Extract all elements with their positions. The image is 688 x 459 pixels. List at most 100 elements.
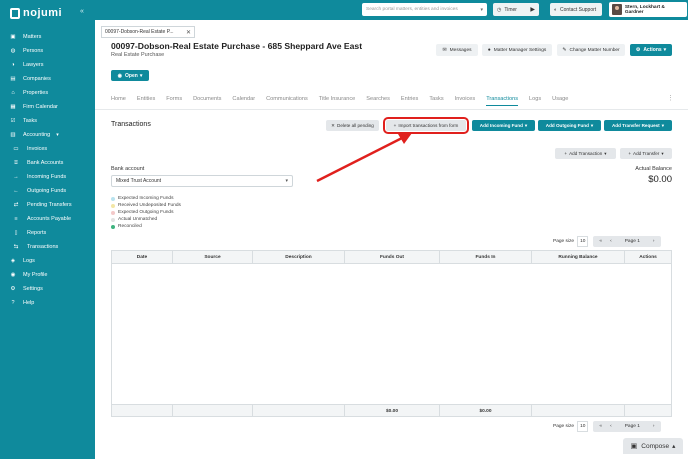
change-matter-number-button[interactable]: ✎ Change Matter Number bbox=[557, 44, 625, 56]
add-transfer-request-button[interactable]: Add Transfer Request ▾ bbox=[604, 120, 672, 131]
close-icon[interactable]: ✕ bbox=[186, 29, 191, 36]
sidebar-item-incoming-funds[interactable]: → Incoming Funds bbox=[0, 170, 95, 184]
clock-icon: ◷ bbox=[497, 6, 502, 13]
sidebar-item-transactions[interactable]: ⇆ Transactions bbox=[0, 240, 95, 254]
bank-account-select[interactable]: Mixed Trust Account ▾ bbox=[111, 175, 293, 187]
logs-icon: ◈ bbox=[10, 258, 16, 264]
sidebar-item-persons[interactable]: ◍ Persons bbox=[0, 44, 95, 58]
contact-support-button[interactable]: ◐ Contact Support bbox=[550, 3, 602, 16]
column-header-description[interactable]: Description bbox=[253, 251, 345, 264]
tab-entities[interactable]: Entities bbox=[137, 92, 155, 106]
first-page-icon[interactable]: « bbox=[595, 239, 606, 244]
delete-all-pending-button[interactable]: ✕ Delete all pending bbox=[326, 120, 379, 131]
add-transaction-button[interactable]: + Add Transaction ▾ bbox=[555, 148, 616, 159]
tab-searches[interactable]: Searches bbox=[366, 92, 390, 106]
transactions-table: Date Source Description Funds Out Funds In Ru… bbox=[111, 250, 672, 417]
sidebar-item-help[interactable]: ? Help bbox=[0, 296, 95, 310]
support-label: Contact Support bbox=[560, 6, 597, 13]
column-header-date[interactable]: Date bbox=[112, 251, 173, 264]
total-funds-in: $0.00 bbox=[440, 405, 532, 417]
status-label: Open bbox=[125, 72, 138, 79]
add-outgoing-fund-button[interactable]: Add Outgoing Fund ▾ bbox=[538, 120, 601, 131]
briefcase-icon: ▣ bbox=[10, 34, 16, 40]
global-search-input[interactable]: Search portal matters, entities and invo… bbox=[362, 3, 487, 16]
sidebar-item-matters[interactable]: ▣ Matters bbox=[0, 30, 95, 44]
add-transfer-button[interactable]: + Add Transfer ▾ bbox=[620, 148, 672, 159]
page-size-input[interactable]: 10 bbox=[577, 421, 589, 432]
sidebar: nojumi « ▣ Matters ◍ Persons ◑ Lawyers ▤ Compan… bbox=[0, 0, 95, 459]
sidebar-item-outgoing-funds[interactable]: ← Outgoing Funds bbox=[0, 184, 95, 198]
timer-button[interactable]: ◷ Timer ▶ bbox=[493, 3, 539, 16]
sidebar-item-label: Matters bbox=[23, 34, 42, 40]
sidebar-item-accounting[interactable]: ▥ Accounting ▾ bbox=[0, 128, 95, 142]
footer-cell bbox=[532, 405, 625, 417]
matter-manager-settings-button[interactable]: ● Matter Manager Settings bbox=[482, 44, 552, 56]
transactions-icon: ⇆ bbox=[13, 244, 19, 250]
compose-icon: ▣ bbox=[630, 443, 638, 450]
column-header-running-balance[interactable]: Running Balance bbox=[532, 251, 625, 264]
compose-button[interactable]: ▣ Compose ▴ bbox=[623, 438, 683, 454]
sidebar-item-lawyers[interactable]: ◑ Lawyers bbox=[0, 58, 95, 72]
next-page-icon[interactable]: › bbox=[649, 424, 659, 429]
legend-dot-icon bbox=[111, 203, 115, 208]
sidebar-item-firm-calendar[interactable]: ▦ Firm Calendar bbox=[0, 100, 95, 114]
sidebar-item-bank-accounts[interactable]: ⌸ Bank Accounts bbox=[0, 156, 95, 170]
tab-entries[interactable]: Entries bbox=[401, 92, 418, 106]
import-transactions-button[interactable]: + Import transactions from form bbox=[383, 117, 469, 134]
firm-profile-button[interactable]: Stern, Lockhart & Gardner bbox=[609, 2, 687, 17]
chevron-up-icon: ▴ bbox=[672, 443, 676, 450]
sidebar-item-label: Help bbox=[23, 300, 35, 306]
legend-item: Expected Outgoing Funds bbox=[111, 209, 181, 216]
prev-page-icon[interactable]: ‹ bbox=[606, 424, 616, 429]
tab-calendar[interactable]: Calendar bbox=[232, 92, 255, 106]
sidebar-item-reports[interactable]: ▯ Reports bbox=[0, 226, 95, 240]
sidebar-nav: ▣ Matters ◍ Persons ◑ Lawyers ▤ Companies ⌂ Prope… bbox=[0, 30, 95, 310]
chevron-down-icon: ▾ bbox=[663, 47, 667, 53]
actual-balance-label: Actual Balance bbox=[635, 166, 672, 172]
collapse-sidebar-icon[interactable]: « bbox=[80, 8, 84, 15]
tab-transactions[interactable]: Transactions bbox=[486, 92, 519, 106]
sidebar-item-settings[interactable]: ⚙ Settings bbox=[0, 282, 95, 296]
prev-page-icon[interactable]: ‹ bbox=[606, 239, 616, 244]
page-subtitle: Real Estate Purchase bbox=[111, 52, 165, 58]
sidebar-item-accounts-payable[interactable]: ≡ Accounts Payable bbox=[0, 212, 95, 226]
next-page-icon[interactable]: › bbox=[649, 239, 659, 244]
sidebar-item-properties[interactable]: ⌂ Properties bbox=[0, 86, 95, 100]
sidebar-item-logs[interactable]: ◈ Logs bbox=[0, 254, 95, 268]
table-footer: $0.00 $0.00 bbox=[112, 404, 671, 417]
sidebar-item-companies[interactable]: ▤ Companies bbox=[0, 72, 95, 86]
legend-item: Expected Incoming Funds bbox=[111, 195, 181, 202]
sidebar-item-invoices[interactable]: ▭ Invoices bbox=[0, 142, 95, 156]
sidebar-item-label: Transactions bbox=[27, 244, 59, 250]
add-incoming-fund-button[interactable]: Add Incoming Fund ▾ bbox=[472, 120, 535, 131]
sidebar-item-pending-transfers[interactable]: ⇄ Pending Transfers bbox=[0, 198, 95, 212]
tab-logs[interactable]: Logs bbox=[529, 92, 541, 106]
messages-button[interactable]: ✉ Messages bbox=[436, 44, 478, 56]
sidebar-item-tasks[interactable]: ☑ Tasks bbox=[0, 114, 95, 128]
pager-bottom: Page size 10 « ‹ Page 1 › bbox=[553, 421, 661, 432]
legend-dot-icon bbox=[111, 217, 115, 222]
actions-button[interactable]: ⚙ Actions ▾ bbox=[630, 44, 672, 56]
more-tabs-icon[interactable]: ⋮ bbox=[667, 94, 674, 102]
tab-invoices[interactable]: Invoices bbox=[455, 92, 476, 106]
footer-cell bbox=[253, 405, 345, 417]
column-header-source[interactable]: Source bbox=[173, 251, 253, 264]
tab-communications[interactable]: Communications bbox=[266, 92, 308, 106]
tab-documents[interactable]: Documents bbox=[193, 92, 221, 106]
app-logo[interactable]: nojumi bbox=[10, 6, 62, 20]
tab-home[interactable]: Home bbox=[111, 92, 126, 106]
tab-tasks[interactable]: Tasks bbox=[429, 92, 443, 106]
sidebar-item-label: Bank Accounts bbox=[27, 160, 64, 166]
tab-usage[interactable]: Usage bbox=[552, 92, 568, 106]
column-header-actions[interactable]: Actions bbox=[625, 251, 671, 264]
column-header-funds-in[interactable]: Funds In bbox=[440, 251, 532, 264]
first-page-icon[interactable]: « bbox=[595, 424, 606, 429]
page-size-input[interactable]: 10 bbox=[577, 236, 589, 247]
sidebar-item-label: My Profile bbox=[23, 272, 48, 278]
matter-status-dropdown[interactable]: ◉ Open ▾ bbox=[111, 70, 149, 81]
column-header-funds-out[interactable]: Funds Out bbox=[345, 251, 440, 264]
matter-tab[interactable]: 00097-Dobson-Real Estate P... ✕ bbox=[101, 26, 195, 38]
tab-forms[interactable]: Forms bbox=[166, 92, 182, 106]
sidebar-item-my-profile[interactable]: ◉ My Profile bbox=[0, 268, 95, 282]
tab-title-insurance[interactable]: Title Insurance bbox=[319, 92, 355, 106]
